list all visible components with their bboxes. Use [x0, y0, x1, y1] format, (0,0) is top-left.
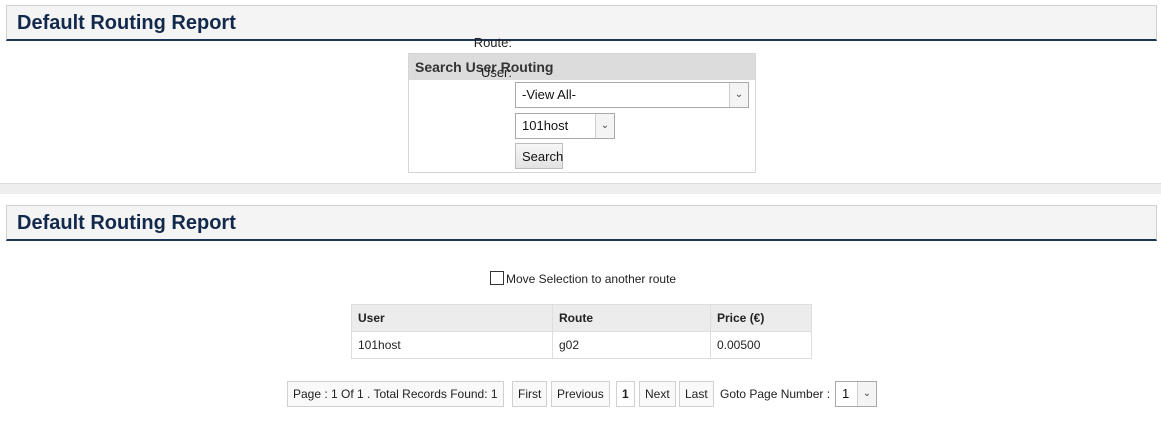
- column-header-price: Price (€): [710, 304, 812, 332]
- column-header-route: Route: [552, 304, 711, 332]
- user-label: User:: [480, 65, 512, 80]
- pager-summary: Page : 1 Of 1 . Total Records Found: 1: [287, 381, 504, 407]
- pager-last-button[interactable]: Last: [679, 381, 714, 407]
- search-button[interactable]: Search: [515, 143, 563, 169]
- section-divider: [0, 183, 1161, 194]
- move-selection-label: Move Selection to another route: [506, 272, 677, 286]
- move-selection-checkbox[interactable]: [490, 271, 504, 285]
- chevron-down-icon[interactable]: ⌄: [595, 114, 614, 138]
- column-header-user: User: [351, 304, 553, 332]
- page-title: Default Routing Report: [17, 12, 236, 34]
- goto-page-label: Goto Page Number :: [720, 387, 831, 401]
- report-title: Default Routing Report: [17, 212, 236, 234]
- route-label: Route:: [473, 35, 512, 50]
- table-header-row: User Route Price (€): [351, 304, 812, 332]
- pager-current-page[interactable]: 1: [616, 381, 635, 407]
- move-selection-option[interactable]: Move Selection to another route: [490, 271, 676, 286]
- chevron-down-icon[interactable]: ⌄: [729, 83, 748, 107]
- user-select[interactable]: 101host ⌄: [515, 113, 615, 139]
- report-header: Default Routing Report: [6, 205, 1157, 241]
- chevron-down-icon[interactable]: ⌄: [857, 382, 876, 406]
- pager-previous-button[interactable]: Previous: [551, 381, 610, 407]
- search-user-routing-panel: Search User Routing Route: -View All- ⌄ …: [408, 35, 756, 173]
- route-select-value: -View All-: [522, 87, 576, 102]
- routing-table: User Route Price (€) 101host g02 0.00500: [351, 304, 812, 359]
- cell-user: 101host: [351, 331, 553, 359]
- pager-first-button[interactable]: First: [512, 381, 548, 407]
- goto-page-value: 1: [842, 386, 850, 401]
- table-row: 101host g02 0.00500: [351, 331, 812, 359]
- route-select[interactable]: -View All- ⌄: [515, 82, 749, 108]
- page-header: Default Routing Report: [6, 5, 1157, 41]
- cell-price: 0.00500: [710, 331, 812, 359]
- cell-route: g02: [552, 331, 711, 359]
- pager-next-button[interactable]: Next: [639, 381, 676, 407]
- goto-page-select[interactable]: 1 ⌄: [835, 381, 877, 407]
- user-select-value: 101host: [522, 118, 569, 133]
